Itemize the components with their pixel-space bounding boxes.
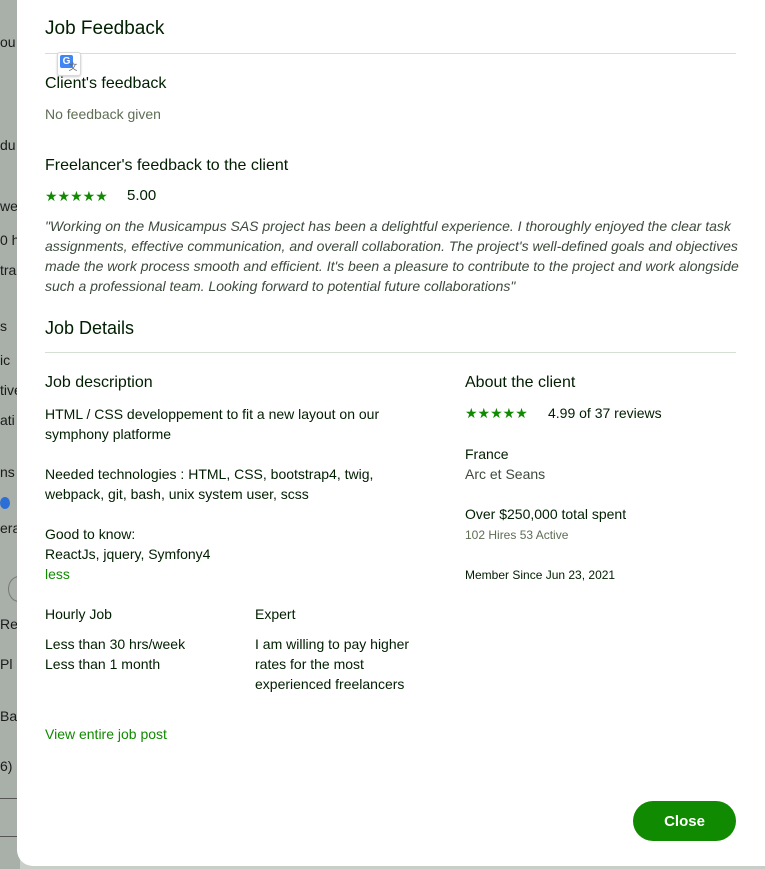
translate-a-glyph: 文 xyxy=(68,62,78,72)
job-description-para: HTML / CSS developpement to fit a new la… xyxy=(45,406,380,442)
client-feedback-heading: Client's feedback xyxy=(45,75,167,92)
client-hires: 102 Hires 53 Active xyxy=(465,528,569,542)
background-text: 6) xyxy=(0,758,13,774)
close-button[interactable]: Close xyxy=(633,801,736,841)
freelancer-rating-value: 5.00 xyxy=(127,187,157,204)
hourly-hours: Less than 30 hrs/week xyxy=(45,636,186,652)
client-member-since: Member Since Jun 23, 2021 xyxy=(465,568,616,582)
hourly-job-heading: Hourly Job xyxy=(45,606,112,622)
background-text: Ba xyxy=(0,708,18,724)
client-rating-stars: ★★★★★ xyxy=(465,405,528,422)
job-description-para: Needed technologies : HTML, CSS, bootstr… xyxy=(45,466,374,502)
job-description-para: Good to know: xyxy=(45,526,136,542)
verified-icon xyxy=(0,497,10,509)
client-rating-value: 4.99 of 37 reviews xyxy=(548,405,662,421)
freelancer-feedback-quote: "Working on the Musicampus SAS project h… xyxy=(45,218,739,294)
modal-title: Job Feedback xyxy=(45,18,165,39)
background-text: Re xyxy=(0,616,18,632)
background-text: du xyxy=(0,137,16,153)
job-description-heading: Job description xyxy=(45,374,153,391)
client-city: Arc et Seans xyxy=(465,466,546,482)
job-feedback-modal: Job Feedback G 文 Client's feedback No fe… xyxy=(17,0,765,866)
freelancer-feedback-heading: Freelancer's feedback to the client xyxy=(45,157,289,174)
hourly-duration: Less than 1 month xyxy=(45,656,161,672)
background-text: ou xyxy=(0,34,16,50)
job-details-divider xyxy=(45,352,736,353)
background-text: ns xyxy=(0,464,15,480)
background-text: s xyxy=(0,318,7,334)
less-link[interactable]: less xyxy=(45,566,70,582)
background-text: tra xyxy=(0,262,17,278)
client-country: France xyxy=(465,446,509,462)
experience-level-heading: Expert xyxy=(255,606,296,622)
star-icon: ★★★★★ xyxy=(45,188,108,204)
title-divider xyxy=(45,53,736,54)
background-text: we xyxy=(0,198,18,214)
google-translate-icon[interactable]: G 文 xyxy=(57,52,81,76)
job-details-heading: Job Details xyxy=(45,318,135,338)
background-text: ati xyxy=(0,412,15,428)
view-job-post-link[interactable]: View entire job post xyxy=(45,726,167,742)
experience-level-text: I am willing to pay higher rates for the… xyxy=(255,636,410,692)
client-total-spent: Over $250,000 total spent xyxy=(465,506,627,522)
star-icon: ★★★★★ xyxy=(465,405,528,421)
about-client-heading: About the client xyxy=(465,374,576,391)
background-text: ic xyxy=(0,352,11,368)
job-description-para: ReactJs, jquery, Symfony4 xyxy=(45,546,211,562)
freelancer-rating-stars: ★★★★★ xyxy=(45,188,108,205)
background-text: Pl xyxy=(0,656,13,672)
client-feedback-text: No feedback given xyxy=(45,106,161,122)
